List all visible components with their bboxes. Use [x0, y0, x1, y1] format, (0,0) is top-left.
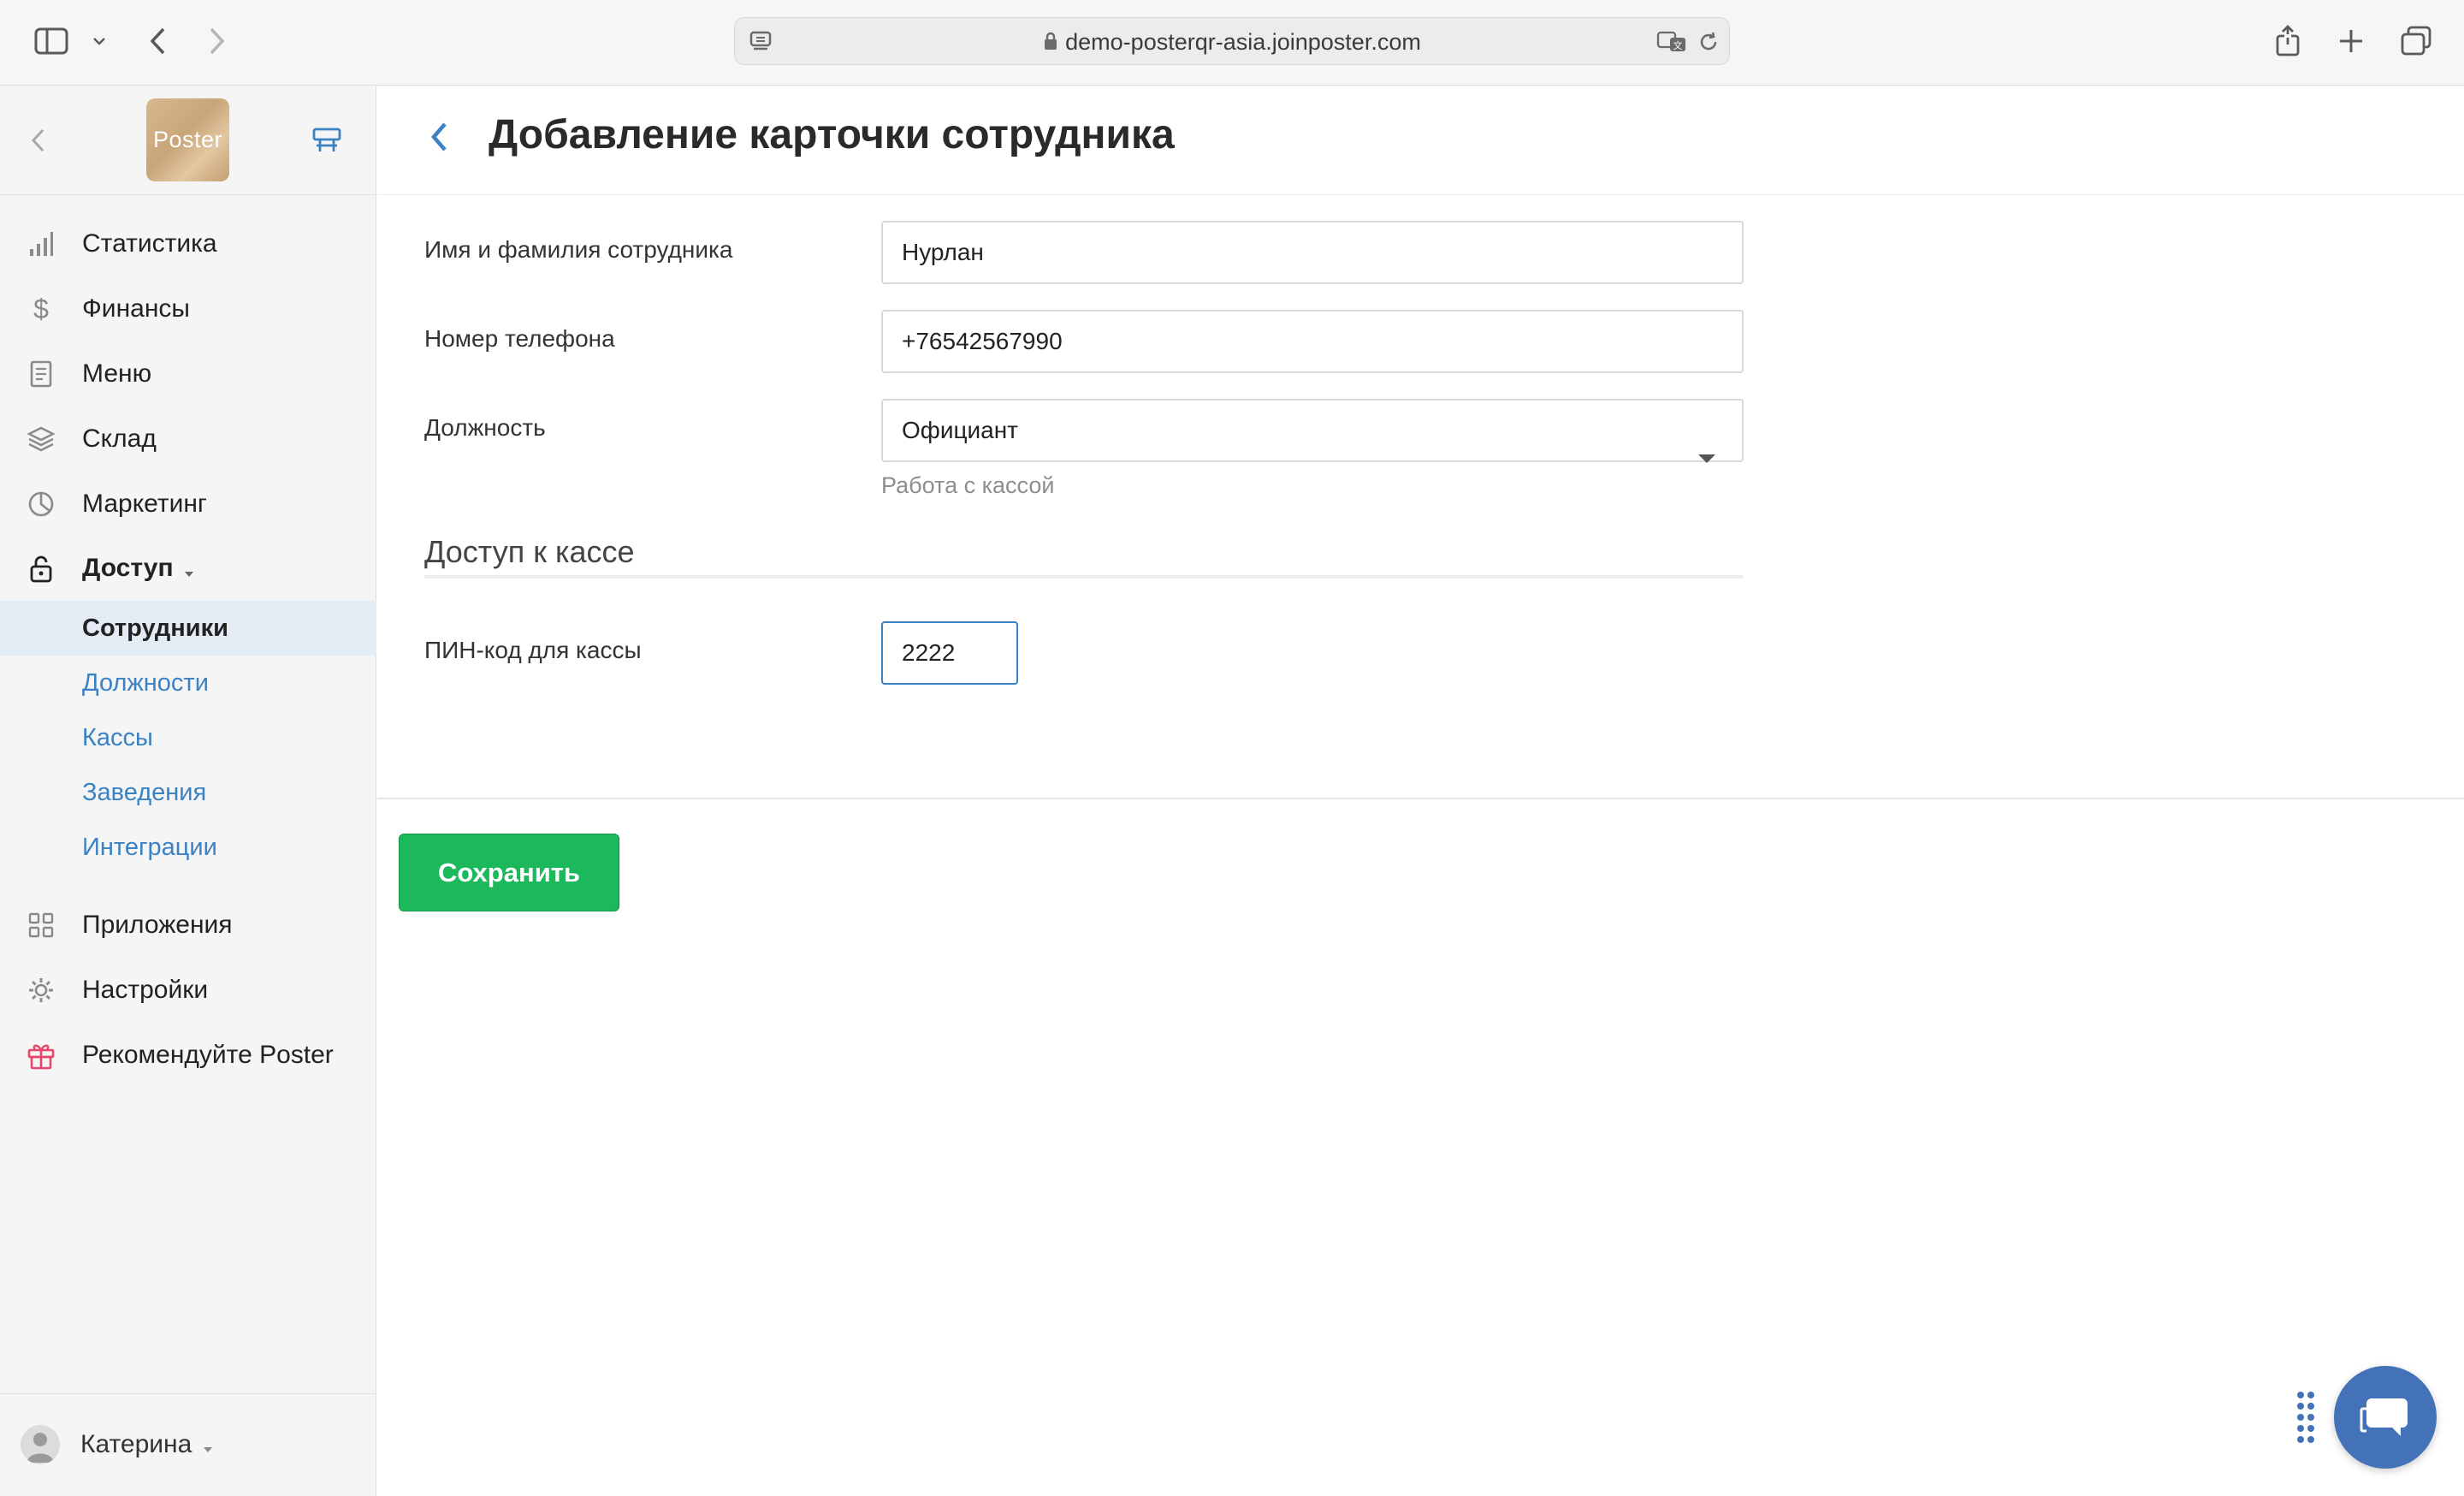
pos-terminal-icon[interactable] [310, 123, 344, 157]
user-menu[interactable]: Катерина [0, 1393, 376, 1496]
sidebar-item-recommend[interactable]: Рекомендуйте Poster [0, 1028, 376, 1083]
cash-access-section-title: Доступ к кассе [424, 534, 635, 569]
avatar [21, 1425, 60, 1464]
url-text: demo-posterqr-asia.joinposter.com [1065, 29, 1421, 55]
phone-label: Номер телефона [424, 325, 615, 352]
page-title: Добавление карточки сотрудника [489, 112, 1175, 157]
sidebar-toggle-icon[interactable] [33, 24, 70, 58]
new-tab-icon[interactable] [2334, 24, 2368, 58]
translate-icon[interactable]: 文 [1656, 28, 1690, 56]
position-hint: Работа с кассой [881, 472, 1055, 498]
back-arrow-icon[interactable] [425, 116, 453, 157]
tab-overview-icon[interactable] [2397, 22, 2435, 60]
caret-down-icon [184, 555, 194, 585]
save-button[interactable]: Сохранить [399, 834, 619, 911]
sidebar-item-label: Статистика [82, 229, 217, 258]
sidebar-subitem-label: Должности [82, 668, 209, 697]
reload-icon[interactable] [1695, 28, 1722, 56]
gear-icon [26, 975, 56, 1006]
gift-icon [26, 1040, 56, 1071]
back-icon[interactable] [142, 22, 173, 60]
sidebar-item-label: Склад [82, 424, 157, 453]
sidebar-subitem-positions[interactable]: Должности [0, 656, 376, 710]
section-divider [424, 575, 1744, 579]
dropdown-caret-icon [1697, 426, 1716, 486]
sidebar-item-label: Рекомендуйте Poster [82, 1041, 334, 1069]
browser-toolbar: demo-posterqr-asia.joinposter.com 文 [0, 0, 2464, 86]
sidebar-subitem-cash-registers[interactable]: Кассы [0, 710, 376, 765]
sidebar-item-warehouse[interactable]: Склад [0, 412, 376, 466]
chat-button[interactable] [2334, 1366, 2437, 1469]
lock-icon [1043, 20, 1058, 68]
sidebar: Poster Статистика $ Финансы Меню Склад М… [0, 86, 376, 1496]
sidebar-subitem-employees[interactable]: Сотрудники [0, 601, 376, 656]
svg-text:文: 文 [1673, 39, 1683, 51]
employee-name-field[interactable]: Нурлан [881, 221, 1744, 284]
pie-chart-icon [26, 489, 56, 519]
sidebar-item-settings[interactable]: Настройки [0, 963, 376, 1018]
bar-chart-icon [26, 229, 56, 259]
address-bar[interactable]: demo-posterqr-asia.joinposter.com 文 [734, 17, 1730, 65]
pin-label: ПИН-код для кассы [424, 637, 642, 663]
phone-field[interactable]: +76542567990 [881, 310, 1744, 373]
sidebar-item-label: Настройки [82, 976, 209, 1004]
sidebar-header: Poster [0, 86, 376, 195]
sidebar-subitem-label: Интеграции [82, 833, 217, 861]
document-icon [26, 359, 56, 389]
logo[interactable]: Poster [146, 98, 229, 181]
sidebar-item-label: Финансы [82, 294, 190, 323]
sidebar-item-label: Доступ [82, 554, 194, 584]
sidebar-item-apps[interactable]: Приложения [0, 898, 376, 953]
position-select[interactable]: Официант [881, 399, 1744, 463]
dollar-icon: $ [33, 293, 49, 324]
sidebar-item-label: Маркетинг [82, 490, 207, 518]
sidebar-item-finance[interactable]: $ Финансы [0, 282, 376, 336]
drag-handle-icon[interactable] [2295, 1390, 2316, 1446]
employee-name-label: Имя и фамилия сотрудника [424, 236, 733, 263]
logo-text: Poster [152, 127, 223, 152]
url-display: demo-posterqr-asia.joinposter.com [735, 18, 1729, 66]
sidebar-item-label: Меню [82, 359, 152, 388]
sidebar-item-label: Приложения [82, 911, 233, 939]
lock-icon [26, 554, 56, 585]
sidebar-item-access-label: Доступ [82, 554, 174, 583]
sidebar-item-statistics[interactable]: Статистика [0, 217, 376, 271]
chevron-down-icon[interactable] [89, 29, 110, 53]
user-name-text: Катерина [80, 1430, 192, 1458]
sidebar-subitem-label: Заведения [82, 778, 207, 806]
sidebar-item-access[interactable]: Доступ [0, 542, 376, 597]
grid-icon [26, 910, 56, 941]
forward-icon[interactable] [202, 22, 233, 60]
user-name: Катерина [80, 1430, 213, 1460]
sidebar-subitem-venues[interactable]: Заведения [0, 765, 376, 820]
main-content: Добавление карточки сотрудника Имя и фам… [377, 86, 2464, 1496]
caret-down-icon [203, 1431, 213, 1460]
form-footer-divider [377, 798, 2464, 799]
collapse-sidebar-icon[interactable] [26, 123, 50, 157]
position-selected-value: Официант [902, 417, 1018, 443]
pin-field[interactable]: 2222 [881, 621, 1018, 685]
sidebar-subitem-label: Кассы [82, 723, 153, 751]
position-label: Должность [424, 414, 546, 441]
sidebar-item-menu[interactable]: Меню [0, 347, 376, 401]
page-header: Добавление карточки сотрудника [377, 86, 2464, 195]
sidebar-item-marketing[interactable]: Маркетинг [0, 477, 376, 531]
share-icon[interactable] [2271, 21, 2305, 62]
sidebar-subitem-label: Сотрудники [82, 614, 228, 642]
chat-bubble-icon [2360, 1392, 2411, 1444]
sidebar-subitem-integrations[interactable]: Интеграции [0, 820, 376, 875]
layers-icon [26, 424, 56, 454]
